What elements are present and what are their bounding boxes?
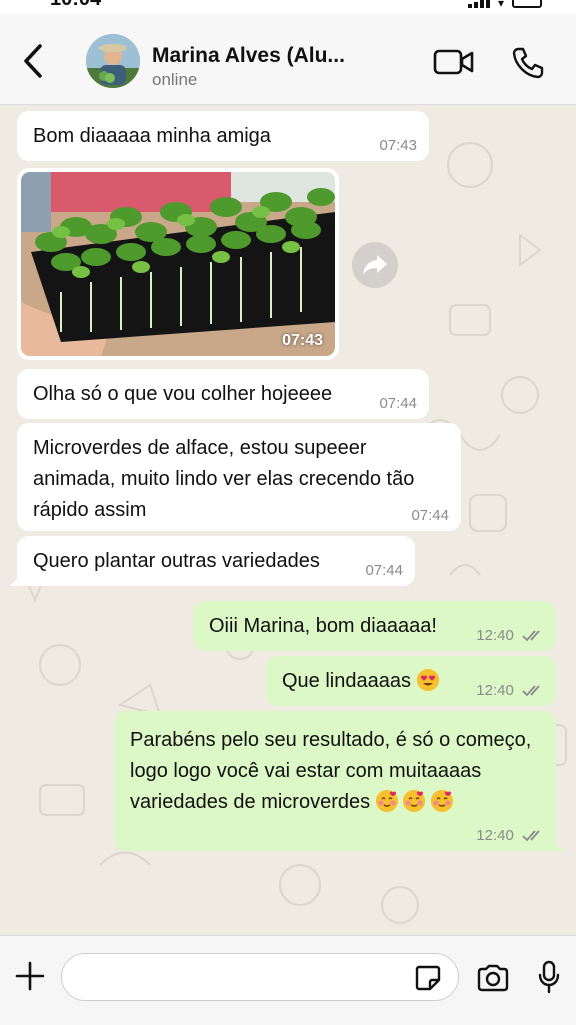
video-camera-icon bbox=[433, 49, 474, 75]
voice-call-button[interactable] bbox=[511, 46, 545, 85]
message-input[interactable] bbox=[61, 953, 459, 1001]
double-check-icon bbox=[522, 830, 540, 842]
status-icons: ▾ bbox=[467, 0, 542, 10]
status-bar: 10:04 ▾ bbox=[0, 0, 576, 14]
message-time: 07:44 bbox=[411, 507, 449, 524]
message-bubble-incoming[interactable]: Quero plantar outras variedades 07:44 bbox=[10, 536, 415, 586]
wifi-icon: ▾ bbox=[497, 0, 504, 10]
plus-icon bbox=[15, 961, 45, 991]
chat-header: Marina Alves (Alu... online bbox=[0, 14, 576, 105]
message-text-content: Parabéns pelo seu resultado, é só o come… bbox=[130, 729, 532, 813]
sticker-button[interactable] bbox=[414, 964, 442, 997]
message-text: Parabéns pelo seu resultado, é só o come… bbox=[130, 725, 535, 818]
message-time: 12:40 bbox=[476, 627, 514, 644]
composer-bar bbox=[0, 935, 576, 1025]
heart-eyes-emoji-icon bbox=[416, 669, 439, 691]
forward-button[interactable] bbox=[352, 242, 398, 288]
message-bubble-incoming[interactable]: Bom diaaaaa minha amiga 07:43 bbox=[17, 111, 429, 161]
camera-button[interactable] bbox=[476, 964, 510, 997]
message-text: Bom diaaaaa minha amiga bbox=[33, 125, 271, 147]
avatar[interactable] bbox=[86, 34, 140, 88]
contact-status: online bbox=[152, 70, 198, 89]
smiling-hearts-emoji-icon bbox=[403, 790, 426, 812]
message-time: 12:40 bbox=[476, 827, 514, 844]
message-text: Microverdes de alface, estou supeeer ani… bbox=[33, 437, 415, 521]
chevron-left-icon bbox=[24, 44, 42, 78]
message-text: Quero plantar outras variedades bbox=[33, 550, 320, 572]
microphone-button[interactable] bbox=[537, 960, 561, 999]
message-meta: 12:40 bbox=[476, 682, 544, 700]
battery-icon bbox=[512, 0, 542, 8]
message-bubble-outgoing[interactable]: Oiii Marina, bom diaaaaa! 12:40 bbox=[193, 601, 556, 651]
smiling-hearts-emoji-icon bbox=[375, 790, 398, 812]
message-bubble-incoming[interactable]: Olha só o que vou colher hojeeee 07:44 bbox=[17, 369, 429, 419]
message-text: Olha só o que vou colher hojeeee bbox=[33, 383, 333, 405]
message-time: 07:43 bbox=[379, 137, 417, 154]
double-check-icon bbox=[522, 685, 540, 697]
video-call-button[interactable] bbox=[433, 48, 475, 81]
message-time: 12:40 bbox=[476, 682, 514, 699]
message-meta: 12:40 bbox=[476, 627, 544, 645]
message-time: 07:44 bbox=[379, 395, 417, 412]
image-time: 07:43 bbox=[282, 332, 323, 349]
message-bubble-outgoing[interactable]: Parabéns pelo seu resultado, é só o come… bbox=[114, 711, 563, 851]
message-bubble-incoming[interactable]: Microverdes de alface, estou supeeer ani… bbox=[17, 423, 461, 531]
camera-icon bbox=[477, 964, 509, 992]
image-message[interactable]: 07:43 bbox=[17, 168, 339, 360]
double-check-icon bbox=[522, 630, 540, 642]
microgreens-photo[interactable]: 07:43 bbox=[21, 172, 335, 356]
message-text-content: Que lindaaaas bbox=[282, 670, 411, 692]
forward-arrow-icon bbox=[363, 255, 387, 275]
attach-button[interactable] bbox=[14, 960, 46, 997]
message-time: 07:44 bbox=[365, 562, 403, 579]
chat-area[interactable]: Bom diaaaaa minha amiga 07:43 07:43 Olha… bbox=[0, 105, 576, 935]
phone-icon bbox=[512, 47, 544, 79]
status-time: 10:04 bbox=[50, 0, 101, 11]
back-button[interactable] bbox=[22, 44, 44, 83]
smiling-hearts-emoji-icon bbox=[430, 790, 453, 812]
contact-name[interactable]: Marina Alves (Alu... bbox=[152, 44, 345, 68]
signal-icon bbox=[467, 0, 490, 8]
message-meta: 12:40 bbox=[476, 827, 544, 845]
bubble-tail bbox=[549, 837, 563, 851]
microphone-icon bbox=[538, 960, 560, 994]
message-bubble-outgoing[interactable]: Que lindaaaas 12:40 bbox=[266, 656, 556, 706]
bubble-tail bbox=[10, 572, 24, 586]
sticker-icon bbox=[415, 965, 441, 991]
